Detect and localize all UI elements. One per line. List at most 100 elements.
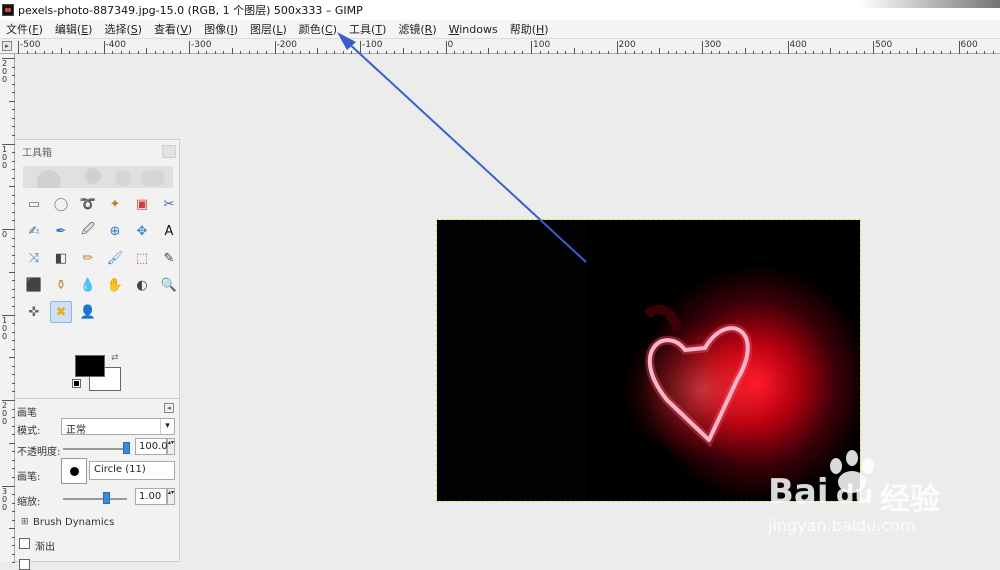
- ruler-minor-tick: [257, 51, 259, 54]
- paths-icon[interactable]: ✒: [50, 220, 72, 242]
- ruler-minor-tick: [471, 51, 473, 54]
- select-by-color-icon[interactable]: ▣: [131, 193, 153, 215]
- menu-item-10[interactable]: 帮助(H): [504, 21, 555, 37]
- menu-item-2[interactable]: 选择(S): [98, 21, 148, 37]
- ruler-minor-tick: [590, 51, 592, 54]
- ruler-minor-tick: [684, 51, 686, 54]
- cage-icon[interactable]: ⚱: [50, 274, 72, 296]
- ruler-label: 400: [789, 40, 807, 50]
- ruler-minor-tick: [43, 51, 45, 54]
- menu-item-6[interactable]: 颜色(C): [293, 21, 343, 37]
- rotate-icon[interactable]: ✏: [77, 247, 99, 269]
- default-colors-icon[interactable]: [72, 379, 81, 388]
- foreground-color-swatch[interactable]: [75, 355, 105, 377]
- eraser-icon[interactable]: 👤: [77, 301, 99, 323]
- blend-icon[interactable]: 🔍: [158, 274, 180, 296]
- ruler-minor-tick: [778, 51, 780, 54]
- menu-label-tail: ): [432, 23, 437, 36]
- ellipse-select-icon[interactable]: ◯: [50, 193, 72, 215]
- brush-name-field[interactable]: Circle (11): [89, 461, 175, 480]
- menu-label-tail: ): [137, 23, 143, 36]
- ruler-minor-tick: [317, 48, 319, 54]
- flip-icon[interactable]: ⬛: [23, 274, 45, 296]
- menu-item-4[interactable]: 图像(I): [198, 21, 244, 37]
- menu-item-3[interactable]: 查看(V): [148, 21, 198, 37]
- ruler-minor-tick: [308, 51, 310, 54]
- ruler-major-tick: [103, 41, 105, 54]
- ruler-major-tick: [873, 41, 874, 54]
- brush-preview-button[interactable]: [61, 458, 87, 484]
- free-select-icon[interactable]: ➰: [77, 193, 99, 215]
- align-icon[interactable]: ⤨: [23, 247, 45, 269]
- text-icon[interactable]: ✋: [104, 274, 126, 296]
- ruler-label: 200: [618, 40, 636, 50]
- ruler-minor-tick: [334, 51, 336, 54]
- expand-plus-icon[interactable]: ⊞: [21, 517, 29, 527]
- brush-dynamics-label[interactable]: Brush Dynamics: [33, 517, 114, 528]
- scissors-icon[interactable]: ✂: [158, 193, 180, 215]
- ruler-minor-tick: [890, 51, 892, 54]
- menu-item-1[interactable]: 编辑(E): [49, 21, 99, 37]
- size-slider-handle[interactable]: [103, 492, 110, 504]
- fade-out-checkbox[interactable]: [19, 538, 30, 549]
- menu-item-8[interactable]: 滤镜(R): [392, 21, 442, 37]
- ruler-minor-tick: [881, 51, 883, 54]
- foreground-select-icon[interactable]: ✍: [23, 220, 45, 242]
- fuzzy-select-icon[interactable]: ✦: [104, 193, 126, 215]
- paintbrush-icon[interactable]: ✖: [50, 301, 72, 323]
- zoom-lens-icon[interactable]: ⊕: [104, 220, 126, 242]
- size-spinbox[interactable]: 1.00: [135, 488, 167, 505]
- ruler-label: 100: [2, 315, 8, 341]
- ruler-minor-tick: [821, 51, 823, 54]
- bucket-fill-icon[interactable]: ◐: [131, 274, 153, 296]
- ruler-major-tick: [531, 41, 532, 54]
- vertical-ruler[interactable]: 200 100 0 100 200 300: [0, 54, 15, 564]
- brush-circle-icon: [70, 467, 79, 476]
- menu-item-7[interactable]: 工具(T): [343, 21, 392, 37]
- ruler-minor-tick: [949, 51, 951, 54]
- tool-options-panel: 画笔 ◂ 模式: 正常 ▾ 不透明度: 100.0 ▴▾ 画笔: Circle …: [15, 398, 180, 570]
- ruler-minor-tick: [975, 51, 977, 54]
- menu-item-0[interactable]: 文件(F): [0, 21, 49, 37]
- ruler-label: 600: [960, 40, 978, 50]
- ruler-minor-tick: [231, 48, 233, 54]
- menu-item-9[interactable]: Windows: [443, 23, 504, 36]
- measure-icon[interactable]: ✥: [131, 220, 153, 242]
- ruler-minor-tick: [197, 51, 199, 54]
- shear-icon[interactable]: ⬚: [131, 247, 153, 269]
- crop-icon[interactable]: ◧: [50, 247, 72, 269]
- ruler-minor-tick: [377, 51, 379, 54]
- ruler-minor-tick: [565, 51, 567, 54]
- ruler-minor-tick: [770, 51, 772, 54]
- ruler-label: 200: [2, 401, 8, 426]
- spin-arrows-icon[interactable]: ▴▾: [167, 438, 175, 455]
- color-picker-icon[interactable]: 🖉: [77, 220, 99, 242]
- rect-select-icon[interactable]: ▭: [23, 193, 45, 215]
- quick-mask-toggle-icon[interactable]: ▸: [2, 41, 12, 51]
- size-slider[interactable]: [63, 498, 127, 500]
- swap-colors-icon[interactable]: ⇄: [111, 353, 119, 363]
- horizontal-ruler[interactable]: ▸ -500 -400 -300 -200 -100 0 100 200 300 400 500 60…: [0, 39, 1000, 54]
- opacity-slider-handle[interactable]: [123, 442, 130, 454]
- move-icon[interactable]: A: [158, 220, 180, 242]
- panel-menu-icon[interactable]: ◂: [164, 403, 174, 413]
- ruler-minor-tick: [796, 51, 798, 54]
- ruler-minor-tick: [505, 51, 507, 54]
- warp-icon[interactable]: 💧: [77, 274, 99, 296]
- spin-arrows-icon[interactable]: ▴▾: [167, 488, 175, 505]
- ruler-major-tick: [616, 41, 618, 54]
- mode-dropdown[interactable]: 正常 ▾: [61, 418, 175, 436]
- opacity-spinbox[interactable]: 100.0: [135, 438, 168, 455]
- perspective-icon[interactable]: ✎: [158, 247, 180, 269]
- menu-item-5[interactable]: 图层(L): [244, 21, 293, 37]
- ruler-minor-tick: [240, 51, 242, 54]
- scale-icon[interactable]: 🖌: [104, 247, 126, 269]
- dock-menu-button[interactable]: [162, 145, 176, 158]
- option-checkbox[interactable]: [19, 559, 30, 570]
- ruler-minor-tick: [60, 48, 62, 54]
- opacity-slider[interactable]: [63, 448, 127, 450]
- ruler-minor-tick: [539, 51, 541, 54]
- pencil-icon[interactable]: ✜: [23, 301, 45, 323]
- toolbox-title: 工具箱: [22, 147, 52, 159]
- opacity-label: 不透明度:: [17, 447, 61, 458]
